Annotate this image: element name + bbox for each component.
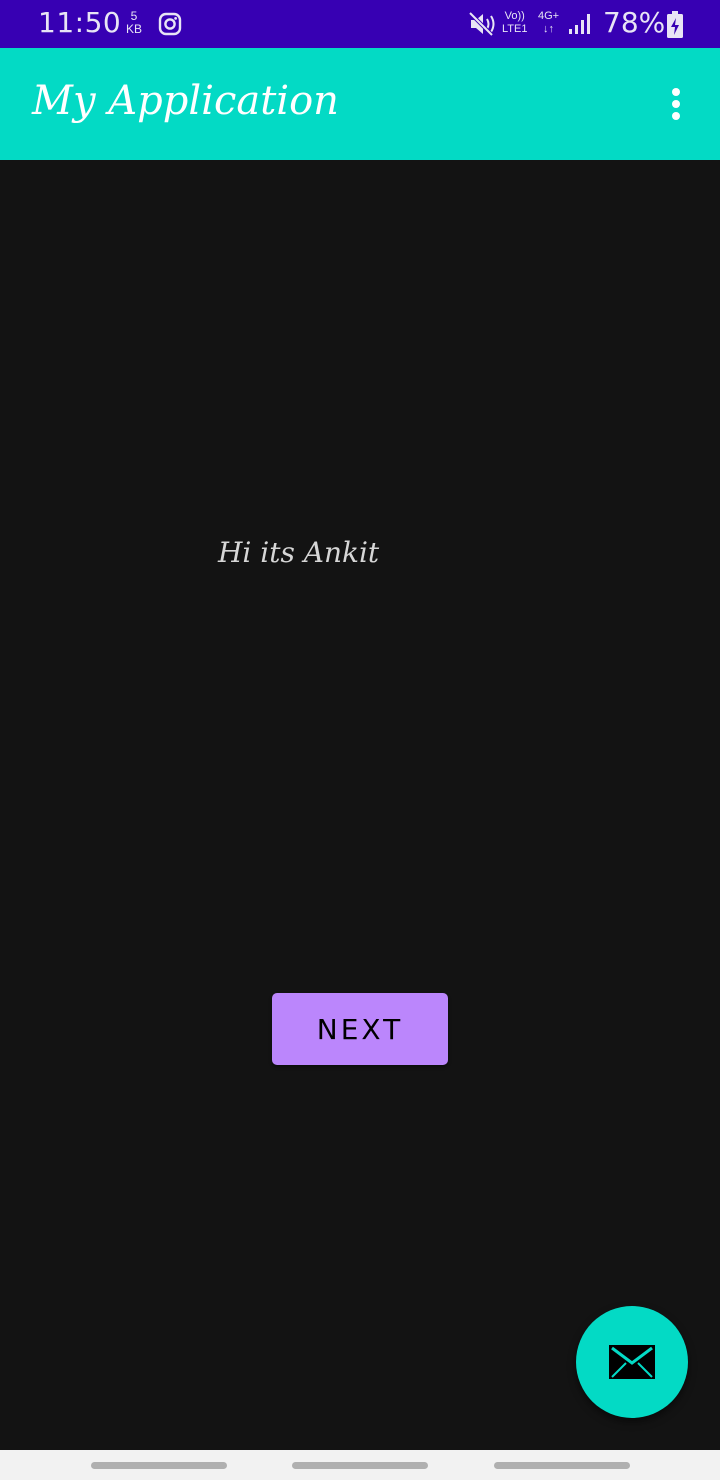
data-speed-unit: KB <box>125 22 142 36</box>
screen: 11:50 5 KB Vo)) LTE1 4G+ ↓↑ 78% My Appli… <box>0 0 720 1480</box>
battery-charging-icon <box>667 11 683 38</box>
greeting-text: Hi its Ankit <box>218 536 380 569</box>
volte-label: Vo)) <box>504 10 525 22</box>
nav-back-button[interactable] <box>494 1462 630 1469</box>
app-title: My Application <box>32 78 339 124</box>
network-type-label: 4G+ <box>538 10 560 22</box>
nav-recents-button[interactable] <box>91 1462 227 1469</box>
navigation-bar <box>0 1450 720 1480</box>
battery-percent: 78% <box>603 6 666 39</box>
lte-label: LTE1 <box>502 23 528 35</box>
mail-icon <box>609 1345 655 1379</box>
status-time: 11:50 <box>38 6 122 39</box>
nav-home-button[interactable] <box>292 1462 428 1469</box>
status-bar: 11:50 5 KB Vo)) LTE1 4G+ ↓↑ 78% <box>0 0 720 48</box>
data-speed-indicator: 5 KB <box>124 10 144 36</box>
network-type-indicator: 4G+ ↓↑ <box>538 10 559 36</box>
volte-indicator: Vo)) LTE1 <box>502 10 527 36</box>
instagram-icon <box>158 12 182 36</box>
app-bar: My Application <box>0 48 720 160</box>
more-vert-icon[interactable] <box>656 82 696 126</box>
mail-fab[interactable] <box>576 1306 688 1418</box>
mute-icon <box>468 11 495 37</box>
next-button[interactable]: NEXT <box>272 993 448 1065</box>
network-arrows: ↓↑ <box>543 23 555 35</box>
signal-icon <box>569 14 590 34</box>
